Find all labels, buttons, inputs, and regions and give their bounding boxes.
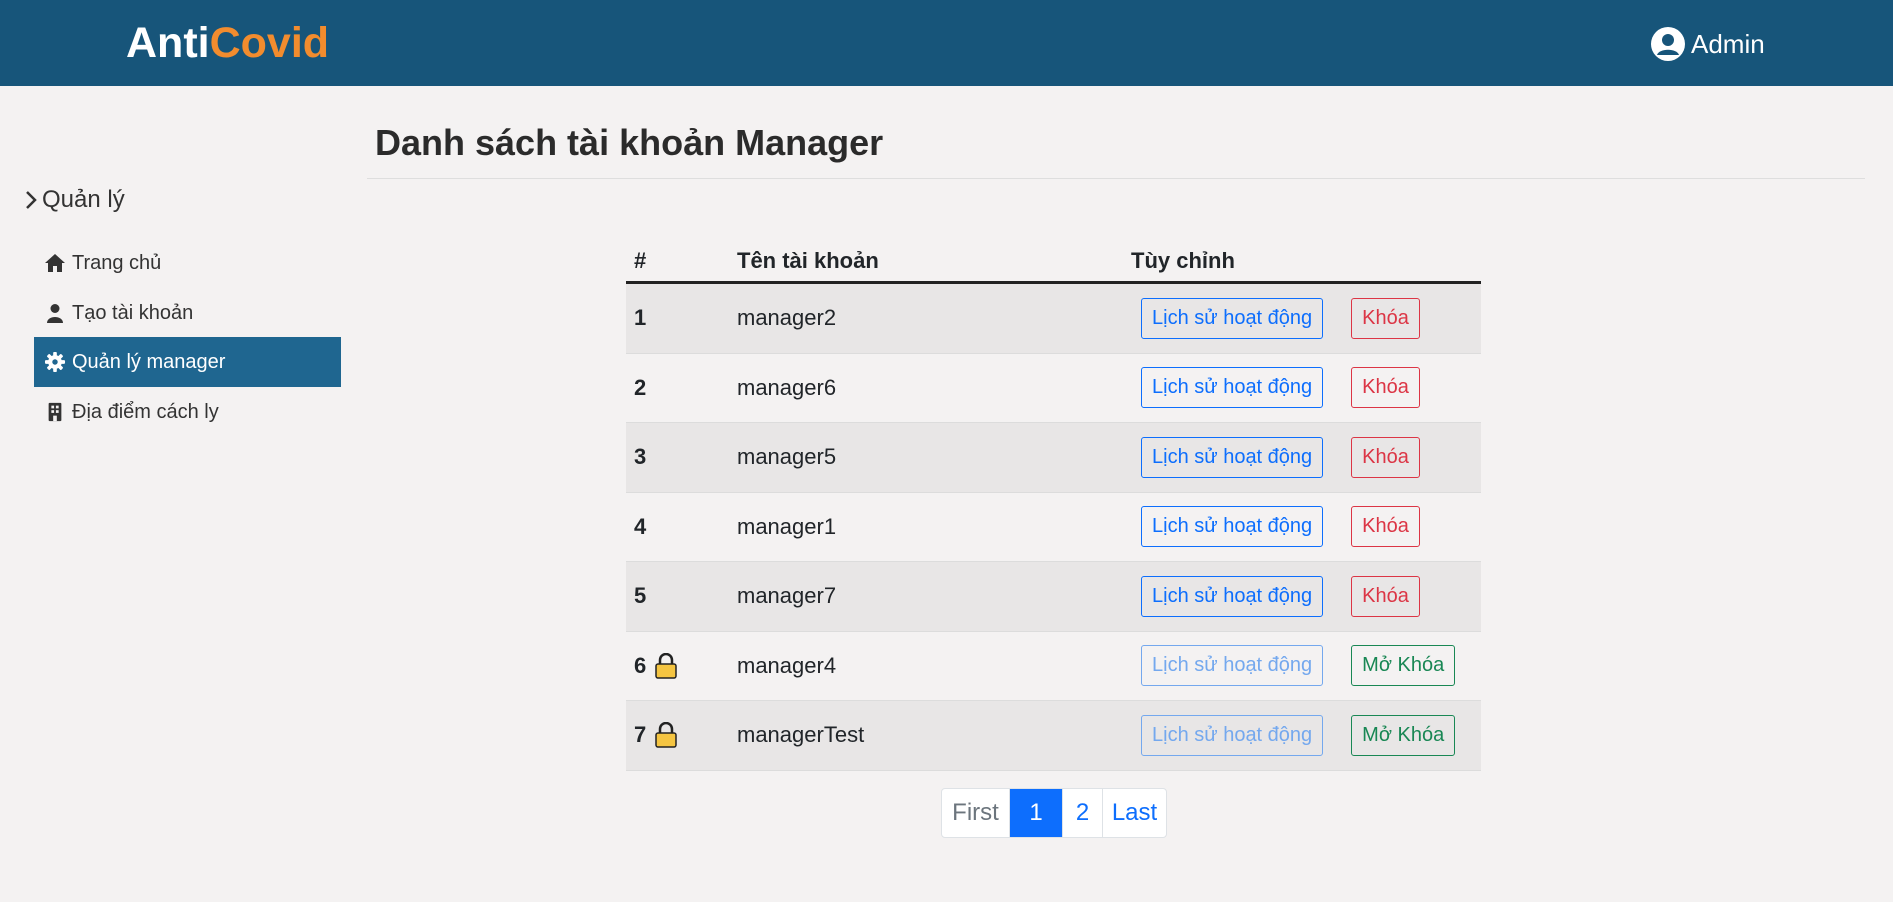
account-name: manager5 — [737, 444, 837, 470]
activity-history-button[interactable]: Lịch sử hoạt động — [1141, 645, 1324, 687]
page-title: Danh sách tài khoản Manager — [375, 122, 884, 163]
lock-button[interactable]: Khóa — [1351, 367, 1420, 409]
user-name: Admin — [1691, 28, 1765, 59]
column-header-account-name: Tên tài khoản — [737, 247, 879, 273]
activity-history-button[interactable]: Lịch sử hoạt động — [1141, 506, 1324, 548]
top-navbar: AntiCovid Admin — [0, 0, 1893, 86]
row-index-cell: 1 — [626, 305, 737, 331]
column-header-actions: Tùy chỉnh — [1131, 247, 1235, 273]
row-actions: Lịch sử hoạt động Khóa — [1131, 575, 1481, 617]
page-first-button[interactable]: First — [942, 789, 1009, 837]
brand-part-covid: Covid — [209, 19, 330, 67]
row-index-cell: 4 — [626, 514, 737, 540]
user-icon — [47, 304, 63, 323]
row-actions: Lịch sử hoạt động Khóa — [1131, 367, 1481, 409]
account-name: manager4 — [737, 652, 837, 678]
table-row: 1 manager2 Lịch sử hoạt động Khóa — [626, 284, 1481, 354]
row-index: 7 — [634, 722, 647, 748]
account-name: manager1 — [737, 513, 837, 539]
sidebar-item-label: Quản lý manager — [72, 350, 226, 373]
sidebar-item-home[interactable]: Trang chủ — [34, 238, 341, 288]
title-divider — [367, 178, 1865, 179]
table-body: 1 manager2 Lịch sử hoạt động Khóa 2 mana… — [626, 284, 1481, 771]
account-name: manager2 — [737, 305, 837, 331]
brand-logo[interactable]: AntiCovid — [126, 18, 329, 68]
page-last-button[interactable]: Last — [1102, 789, 1166, 837]
sidebar-item-label: Tạo tài khoản — [72, 301, 194, 324]
lock-icon — [655, 652, 677, 679]
activity-history-button[interactable]: Lịch sử hoạt động — [1141, 714, 1324, 756]
activity-history-button[interactable]: Lịch sử hoạt động — [1141, 367, 1324, 409]
row-index-cell: 2 — [626, 375, 737, 401]
row-actions: Lịch sử hoạt động Khóa — [1131, 506, 1481, 548]
user-circle-icon — [1651, 27, 1685, 61]
row-index-cell: 5 — [626, 583, 737, 609]
sidebar-heading[interactable]: Quản lý — [24, 186, 125, 214]
table-row: 3 manager5 Lịch sử hoạt động Khóa — [626, 423, 1481, 493]
table-row: 5 manager7 Lịch sử hoạt động Khóa — [626, 562, 1481, 632]
table-row: 2 manager6 Lịch sử hoạt động Khóa — [626, 354, 1481, 423]
lock-button[interactable]: Khóa — [1351, 436, 1420, 478]
row-index-cell: 6 — [626, 652, 737, 679]
table-row: 4 manager1 Lịch sử hoạt động Khóa — [626, 493, 1481, 562]
sidebar-item-label: Địa điểm cách ly — [72, 400, 219, 423]
page-1-button[interactable]: 1 — [1009, 789, 1062, 837]
table-row: 7 managerTest Lịch sử hoạt động Mở Khóa — [626, 701, 1481, 771]
sidebar-item-quarantine-locations[interactable]: Địa điểm cách ly — [34, 387, 341, 437]
column-header-index: # — [634, 247, 647, 273]
account-name: manager6 — [737, 374, 837, 400]
pagination: First 1 2 Last — [941, 788, 1167, 838]
home-icon — [45, 254, 65, 272]
manager-table: # Tên tài khoản Tùy chỉnh 1 manager2 Lịc… — [626, 240, 1481, 771]
row-index-cell: 3 — [626, 444, 737, 470]
row-index: 4 — [634, 513, 647, 539]
lock-button[interactable]: Khóa — [1351, 575, 1420, 617]
table-row: 6 manager4 Lịch sử hoạt động Mở Khóa — [626, 632, 1481, 701]
sidebar-heading-label: Quản lý — [42, 186, 125, 213]
account-name: manager7 — [737, 583, 837, 609]
brand-part-anti: Anti — [126, 19, 210, 67]
user-menu[interactable]: Admin — [1650, 26, 1765, 62]
row-index-cell: 7 — [626, 722, 737, 748]
activity-history-button[interactable]: Lịch sử hoạt động — [1141, 575, 1324, 617]
lock-button[interactable]: Khóa — [1351, 506, 1420, 548]
unlock-button[interactable]: Mở Khóa — [1351, 645, 1456, 687]
row-actions: Lịch sử hoạt động Khóa — [1131, 297, 1481, 339]
unlock-button[interactable]: Mở Khóa — [1351, 714, 1456, 756]
row-index: 5 — [634, 583, 647, 609]
row-index: 3 — [634, 444, 647, 470]
row-index: 1 — [634, 305, 647, 331]
lock-icon — [655, 722, 677, 748]
lock-button[interactable]: Khóa — [1351, 297, 1420, 339]
building-icon — [48, 402, 62, 422]
row-actions: Lịch sử hoạt động Khóa — [1131, 436, 1481, 478]
row-index: 6 — [634, 652, 647, 678]
row-index: 2 — [634, 374, 647, 400]
gear-icon — [45, 352, 65, 372]
table-header: # Tên tài khoản Tùy chỉnh — [626, 240, 1481, 284]
row-actions: Lịch sử hoạt động Mở Khóa — [1131, 645, 1481, 687]
activity-history-button[interactable]: Lịch sử hoạt động — [1141, 297, 1324, 339]
sidebar-item-manage-managers[interactable]: Quản lý manager — [34, 337, 341, 387]
page-2-button[interactable]: 2 — [1062, 789, 1102, 837]
sidebar-item-label: Trang chủ — [72, 251, 162, 274]
chevron-right-icon — [26, 191, 37, 209]
sidebar-item-create-account[interactable]: Tạo tài khoản — [34, 288, 341, 338]
row-actions: Lịch sử hoạt động Mở Khóa — [1131, 714, 1481, 756]
account-name: managerTest — [737, 722, 865, 748]
activity-history-button[interactable]: Lịch sử hoạt động — [1141, 436, 1324, 478]
